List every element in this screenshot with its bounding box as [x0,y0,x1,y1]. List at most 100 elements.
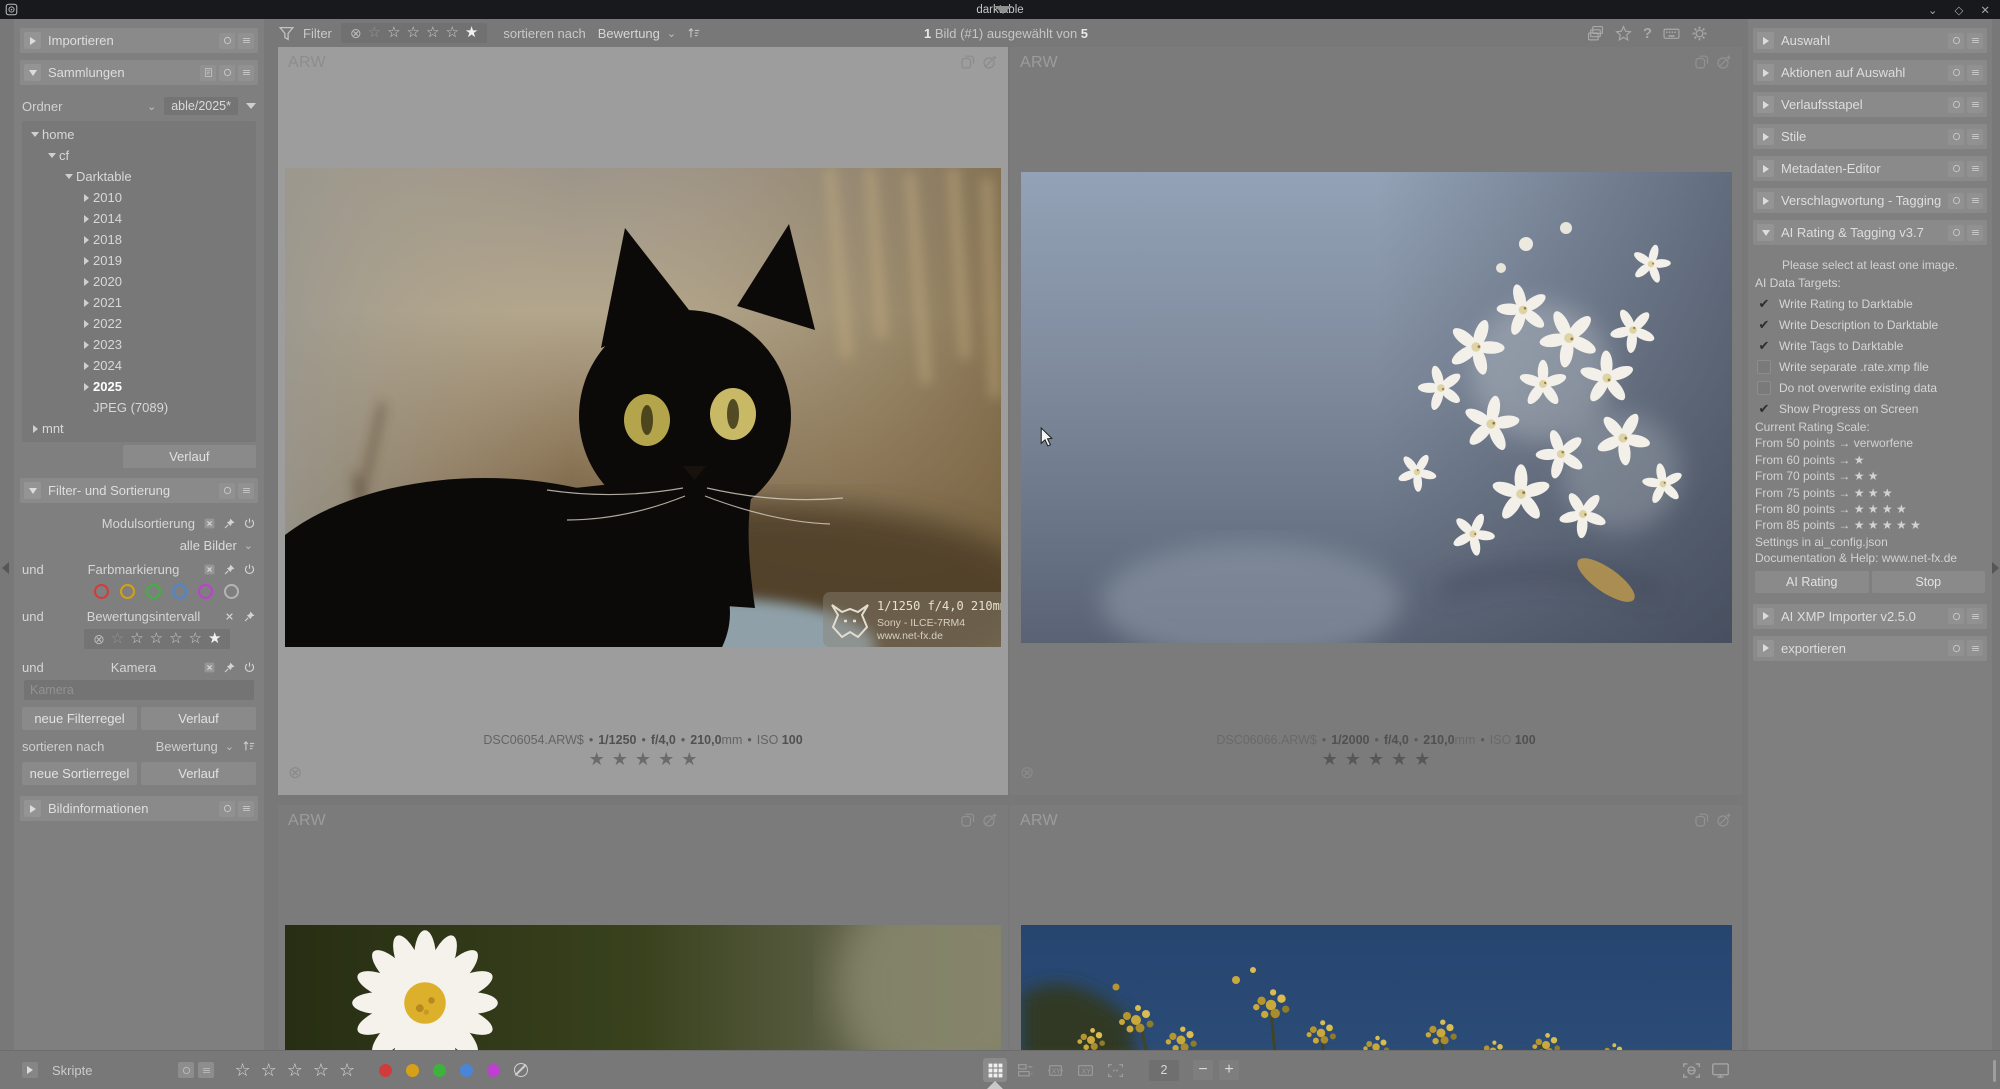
ai-rating-button[interactable]: AI Rating [1755,571,1869,593]
top-panel-collapse-handle[interactable] [994,6,1012,14]
expander-icon[interactable] [1757,128,1774,145]
camera-filter-input[interactable] [24,680,254,700]
power-icon[interactable] [243,661,256,674]
new-sort-rule-button[interactable]: neue Sortierregel [22,762,137,785]
star-zero-icon[interactable]: ☆ [368,24,381,42]
remove-rule-icon[interactable] [223,610,236,623]
tree-item-2018[interactable]: 2018 [22,229,256,250]
panel-verlaufsstapel-header[interactable]: Verlaufsstapel [1753,92,1987,117]
tree-item-2021[interactable]: 2021 [22,292,256,313]
new-filter-rule-button[interactable]: neue Filterregel [22,707,137,730]
tree-item-2019[interactable]: 2019 [22,250,256,271]
checkbox-row-write-description[interactable]: ✔Write Description to Darktable [1755,314,1985,335]
panel-stile-header[interactable]: Stile [1753,124,1987,149]
right-panel-collapse-handle[interactable] [1992,562,1999,574]
checkbox-row-write-tags[interactable]: ✔Write Tags to Darktable [1755,335,1985,356]
color-label-yellow[interactable] [406,1064,419,1077]
rule-value[interactable]: alle Bilder [180,538,237,553]
collection-path-value[interactable]: able/2025* [164,97,238,115]
grouping-icon[interactable] [1587,25,1604,42]
checkbox[interactable]: ✔ [1757,402,1771,416]
view-filemanager-button[interactable] [983,1058,1007,1082]
reset-icon[interactable] [1948,193,1964,209]
expander-icon[interactable] [24,32,41,49]
thumbnail-image-sky-flowers[interactable] [1021,925,1732,1050]
filter-funnel-icon[interactable] [278,25,295,42]
reset-icon[interactable] [219,33,235,49]
preferences-gear-icon[interactable] [1691,25,1708,42]
tree-item-mnt[interactable]: mnt [22,418,256,439]
rule-operator[interactable]: und [22,562,64,577]
presets-icon[interactable] [1967,65,1983,81]
star-icon[interactable]: ☆ [445,24,458,42]
star-icon[interactable]: ☆ [407,24,420,42]
duplicate-icon[interactable] [1694,54,1710,70]
panel-ai-rating-header[interactable]: AI Rating & Tagging v3.7 [1753,220,1987,245]
thumbnail-cell-4[interactable]: ARW [1010,805,1742,1050]
history-icon[interactable] [200,65,216,81]
reset-icon[interactable] [1948,225,1964,241]
reject-icon[interactable]: ⊗ [93,631,105,648]
panel-exportieren-header[interactable]: exportieren [1753,636,1987,661]
presets-icon[interactable] [1967,193,1983,209]
thumbnail-image-cat[interactable]: 1/1250 f/4,0 210mm IS Sony - ILCE-7RM4 w… [285,168,1001,647]
pin-icon[interactable] [223,661,236,674]
duplicate-icon[interactable] [960,812,976,828]
tree-item-2024[interactable]: 2024 [22,355,256,376]
minimize-button[interactable]: ⌄ [1928,3,1938,17]
pin-icon[interactable] [223,517,236,530]
thumbnail-cell-2[interactable]: ARW [1010,47,1742,795]
expander-icon[interactable] [24,482,41,499]
filter-history-button[interactable]: Verlauf [141,707,256,730]
reject-icon[interactable]: ⊗ [350,25,362,42]
presets-icon[interactable] [1967,225,1983,241]
display-profile-icon[interactable] [1711,1061,1730,1080]
presets-icon[interactable] [1967,129,1983,145]
zoom-out-button[interactable]: − [1193,1060,1213,1080]
checkbox[interactable] [1757,360,1771,374]
checkbox-row-show-progress[interactable]: ✔Show Progress on Screen [1755,398,1985,419]
sort-order-icon[interactable] [242,739,256,753]
shortcuts-keyboard-icon[interactable] [1663,25,1680,42]
expander-icon[interactable] [1757,64,1774,81]
sort-history-button[interactable]: Verlauf [141,762,256,785]
star-filled-icon[interactable]: ★ [465,24,478,42]
expander-icon[interactable] [1757,32,1774,49]
panel-sammlungen-header[interactable]: Sammlungen [20,60,258,85]
color-label-yellow[interactable] [120,584,135,599]
thumbnail-cell-3[interactable]: ARW [278,805,1008,1050]
expander-icon[interactable] [1757,608,1774,625]
star-icon[interactable]: ☆ [234,1060,250,1081]
rule-label[interactable]: Farbmarkierung [64,562,203,577]
remove-rule-icon[interactable] [203,517,216,530]
color-label-green[interactable] [146,584,161,599]
zoom-level-value[interactable]: 2 [1149,1060,1179,1081]
panel-metadaten-header[interactable]: Metadaten-Editor [1753,156,1987,181]
star-icon[interactable]: ☆ [261,1060,277,1081]
checkbox-row-separate-xmp[interactable]: Write separate .rate.xmp file [1755,356,1985,377]
panel-auswahl-header[interactable]: Auswahl [1753,28,1987,53]
tree-item-jpeg[interactable]: JPEG (7089) [22,397,256,418]
tree-item-darktable[interactable]: Darktable [22,166,256,187]
rule-label[interactable]: Bewertungsintervall [64,609,223,624]
reset-icon[interactable] [1948,129,1964,145]
star-icon[interactable]: ☆ [387,24,400,42]
color-label-clear[interactable] [514,1063,528,1077]
power-icon[interactable] [243,517,256,530]
sort-select[interactable]: Bewertung ⌄ [598,26,701,41]
group-icon[interactable] [1716,54,1732,70]
checkbox-row-write-rating[interactable]: ✔Write Rating to Darktable [1755,293,1985,314]
thumbnail-image-blossoms[interactable] [1021,172,1732,643]
tree-item-home[interactable]: home [22,124,256,145]
duplicate-icon[interactable] [960,54,976,70]
dropdown-arrow-icon[interactable] [246,103,256,109]
presets-icon[interactable] [238,801,254,817]
collections-history-button[interactable]: Verlauf [123,445,256,468]
reject-icon[interactable]: ⊗ [1020,763,1034,783]
color-label-red[interactable] [379,1064,392,1077]
thumbnail-image-daisy[interactable] [285,925,1001,1050]
panel-aktionen-header[interactable]: Aktionen auf Auswahl [1753,60,1987,85]
reset-icon[interactable] [1948,161,1964,177]
star-icon[interactable]: ☆ [130,630,143,648]
presets-icon[interactable] [1967,161,1983,177]
